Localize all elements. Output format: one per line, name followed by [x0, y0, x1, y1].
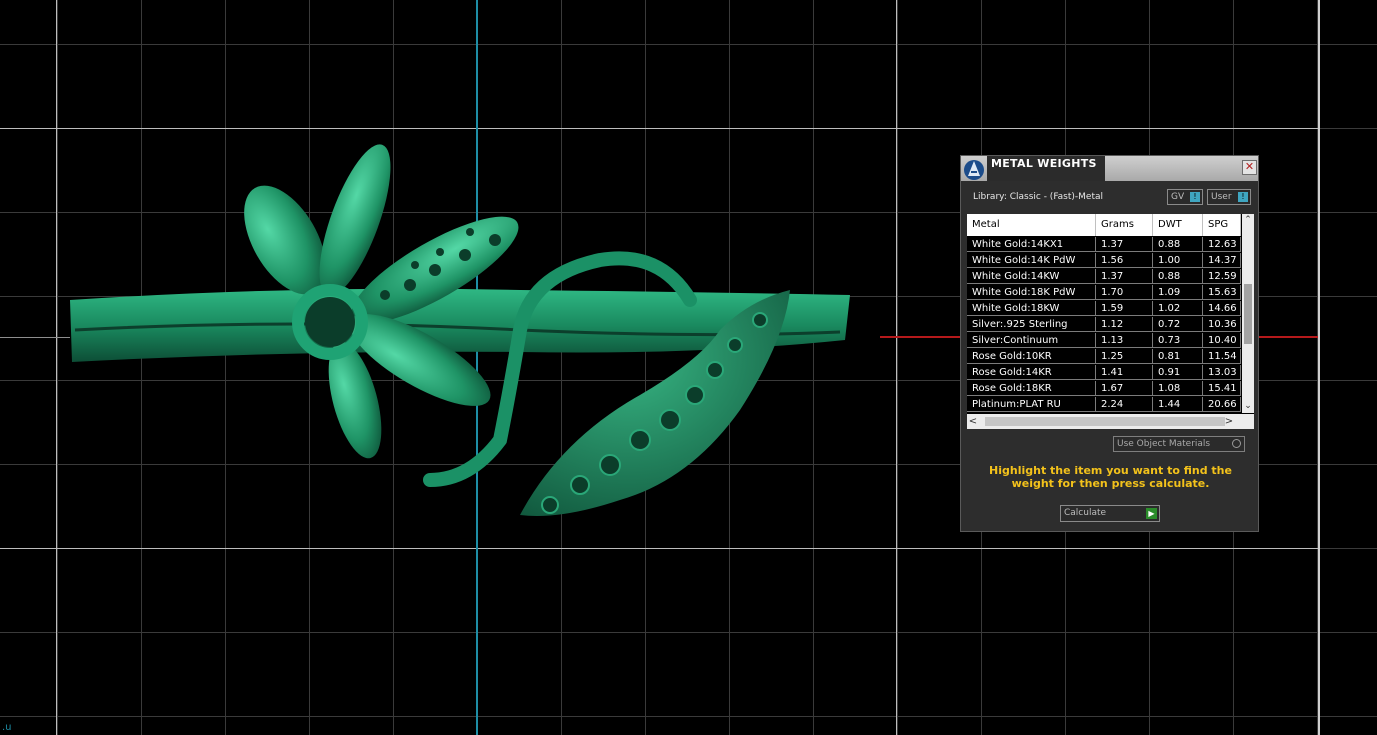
matrix-logo-icon	[964, 160, 984, 180]
grams-cell[interactable]: 1.25	[1096, 349, 1153, 364]
close-button[interactable]: ✕	[1242, 160, 1257, 175]
dwt-cell[interactable]: 1.00	[1153, 253, 1203, 268]
radio-icon[interactable]	[1232, 439, 1241, 448]
spg-cell[interactable]: 11.54	[1203, 349, 1241, 364]
grams-cell[interactable]: 1.13	[1096, 333, 1153, 348]
grams-cell[interactable]: 1.37	[1096, 237, 1153, 252]
metal-cell[interactable]: White Gold:14KW	[967, 269, 1096, 284]
metal-cell[interactable]: White Gold:14K PdW	[967, 253, 1096, 268]
table-row[interactable]: Silver:Continuum 1.13 0.73 10.40	[967, 333, 1241, 349]
dwt-cell[interactable]: 0.81	[1153, 349, 1203, 364]
dwt-cell[interactable]: 0.91	[1153, 365, 1203, 380]
flower-center-hole	[305, 297, 355, 347]
spg-cell[interactable]: 12.63	[1203, 237, 1241, 252]
dwt-cell[interactable]: 0.73	[1153, 333, 1203, 348]
table-row[interactable]: White Gold:14KW 1.37 0.88 12.59	[967, 269, 1241, 285]
metal-cell[interactable]: White Gold:18K PdW	[967, 285, 1096, 300]
metal-cell[interactable]: Rose Gold:18KR	[967, 381, 1096, 396]
instruction-text: Highlight the item you want to find the …	[989, 464, 1232, 490]
grams-cell[interactable]: 1.41	[1096, 365, 1153, 380]
scroll-down-icon[interactable]: ⌄	[1242, 400, 1254, 412]
spg-cell[interactable]: 10.40	[1203, 333, 1241, 348]
grams-cell[interactable]: 1.12	[1096, 317, 1153, 332]
dwt-cell[interactable]: 0.88	[1153, 269, 1203, 284]
column-header-metal[interactable]: Metal	[967, 214, 1096, 236]
table-row[interactable]: White Gold:14KX1 1.37 0.88 12.63	[967, 237, 1241, 253]
table-row[interactable]: White Gold:14K PdW 1.56 1.00 14.37	[967, 253, 1241, 269]
metal-table[interactable]: Metal Grams DWT SPG White Gold:14KX1 1.37…	[967, 214, 1254, 429]
gv-dropdown-button[interactable]: !	[1190, 192, 1200, 202]
grams-cell[interactable]: 1.56	[1096, 253, 1153, 268]
table-header: Metal Grams DWT SPG	[967, 214, 1241, 236]
spg-cell[interactable]: 15.63	[1203, 285, 1241, 300]
calculate-label: Calculate	[1064, 508, 1107, 518]
table-row[interactable]: Silver:.925 Sterling 1.12 0.72 10.36	[967, 317, 1241, 333]
scroll-up-icon[interactable]: ⌃	[1242, 214, 1254, 226]
scroll-left-icon[interactable]: <	[967, 414, 979, 429]
spg-cell[interactable]: 14.66	[1203, 301, 1241, 316]
spg-cell[interactable]: 10.36	[1203, 317, 1241, 332]
metal-weights-panel[interactable]: METAL WEIGHTS ✕ Library: Classic - (Fast…	[960, 155, 1259, 532]
calculate-button[interactable]: Calculate ▶	[1060, 505, 1160, 522]
dwt-cell[interactable]: 0.72	[1153, 317, 1203, 332]
metal-cell[interactable]: Rose Gold:14KR	[967, 365, 1096, 380]
table-row[interactable]: Rose Gold:10KR 1.25 0.81 11.54	[967, 349, 1241, 365]
metal-cell[interactable]: White Gold:14KX1	[967, 237, 1096, 252]
column-header-dwt[interactable]: DWT	[1153, 214, 1203, 236]
metal-cell[interactable]: White Gold:18KW	[967, 301, 1096, 316]
column-header-spg[interactable]: SPG	[1203, 214, 1241, 236]
viewport-corner-label: .u	[2, 722, 12, 733]
table-row[interactable]: White Gold:18K PdW 1.70 1.09 15.63	[967, 285, 1241, 301]
table-row[interactable]: White Gold:18KW 1.59 1.02 14.66	[967, 301, 1241, 317]
grams-cell[interactable]: 1.37	[1096, 269, 1153, 284]
panel-title-bar[interactable]: METAL WEIGHTS ✕	[961, 156, 1258, 181]
metal-cell[interactable]: Platinum:PLAT RU	[967, 397, 1096, 412]
metal-cell[interactable]: Silver:.925 Sterling	[967, 317, 1096, 332]
grams-cell[interactable]: 1.70	[1096, 285, 1153, 300]
use-object-materials-option[interactable]: Use Object Materials	[1113, 436, 1245, 452]
scroll-right-icon[interactable]: >	[1223, 414, 1235, 429]
metal-cell[interactable]: Rose Gold:10KR	[967, 349, 1096, 364]
dwt-cell[interactable]: 1.08	[1153, 381, 1203, 396]
table-row[interactable]: Rose Gold:18KR 1.67 1.08 15.41	[967, 381, 1241, 397]
vertical-scrollbar[interactable]: ⌃ ⌄	[1242, 214, 1254, 413]
user-dropdown-label: User	[1211, 192, 1232, 202]
library-label: Library: Classic - (Fast)-Metal	[973, 192, 1104, 202]
spg-cell[interactable]: 12.59	[1203, 269, 1241, 284]
gv-dropdown-label: GV	[1171, 192, 1185, 202]
grams-cell[interactable]: 1.67	[1096, 381, 1153, 396]
gv-dropdown[interactable]: GV !	[1167, 189, 1203, 205]
horizontal-scroll-thumb[interactable]	[985, 417, 1225, 426]
dwt-cell[interactable]: 1.44	[1153, 397, 1203, 412]
metal-cell[interactable]: Silver:Continuum	[967, 333, 1096, 348]
table-row[interactable]: Rose Gold:14KR 1.41 0.91 13.03	[967, 365, 1241, 381]
grams-cell[interactable]: 2.24	[1096, 397, 1153, 412]
horizontal-scrollbar[interactable]: < >	[967, 414, 1254, 429]
spg-cell[interactable]: 15.41	[1203, 381, 1241, 396]
grams-cell[interactable]: 1.59	[1096, 301, 1153, 316]
user-dropdown[interactable]: User !	[1207, 189, 1251, 205]
user-dropdown-button[interactable]: !	[1238, 192, 1248, 202]
dwt-cell[interactable]: 0.88	[1153, 237, 1203, 252]
column-header-grams[interactable]: Grams	[1096, 214, 1153, 236]
panel-title: METAL WEIGHTS	[991, 157, 1097, 170]
vertical-scroll-thumb[interactable]	[1244, 284, 1252, 344]
play-icon[interactable]: ▶	[1146, 508, 1157, 519]
spg-cell[interactable]: 14.37	[1203, 253, 1241, 268]
dwt-cell[interactable]: 1.02	[1153, 301, 1203, 316]
table-row[interactable]: Platinum:PLAT RU 2.24 1.44 20.66	[967, 397, 1241, 413]
spg-cell[interactable]: 13.03	[1203, 365, 1241, 380]
table-body: White Gold:14KX1 1.37 0.88 12.63 White Gold:…	[967, 237, 1241, 413]
dwt-cell[interactable]: 1.09	[1153, 285, 1203, 300]
spg-cell[interactable]: 20.66	[1203, 397, 1241, 412]
use-object-materials-label: Use Object Materials	[1117, 439, 1211, 449]
